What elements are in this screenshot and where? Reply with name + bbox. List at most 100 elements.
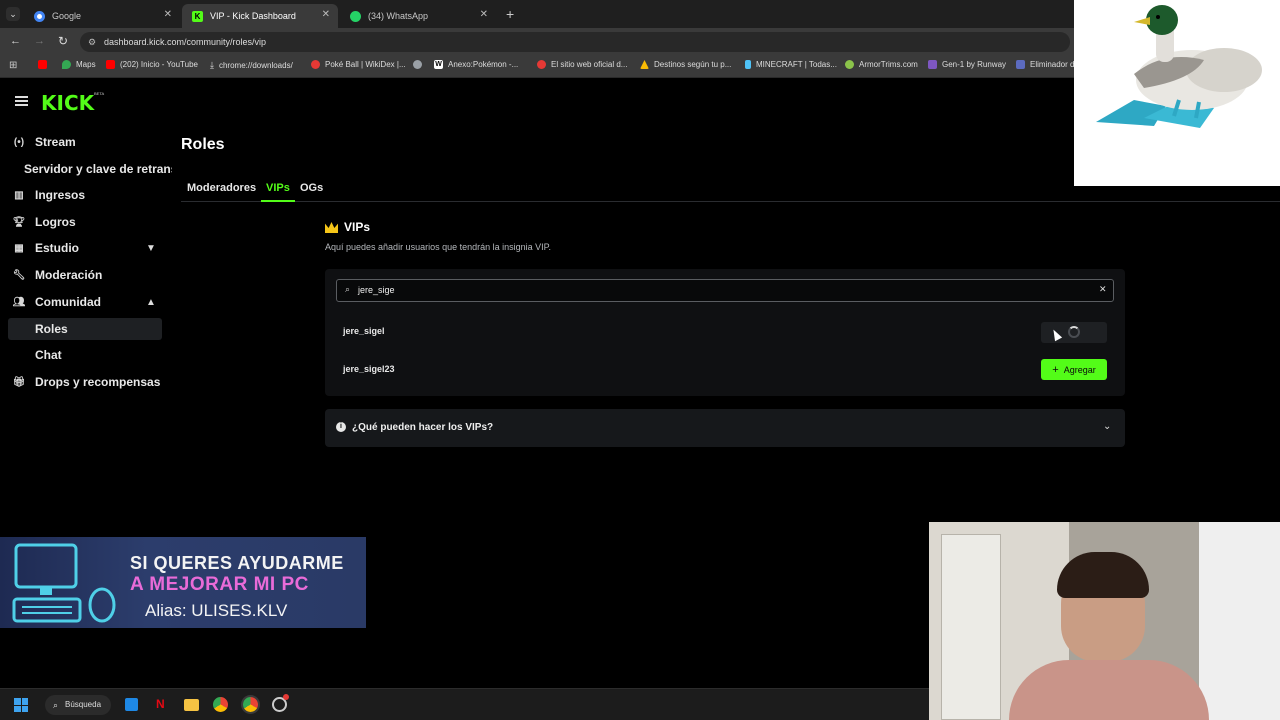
tab-ogs[interactable]: OGs: [300, 182, 323, 194]
sidebar-item-drops[interactable]: 🎁︎ Drops y recompensas: [12, 371, 161, 393]
result-username: jere_sigel23: [343, 364, 395, 374]
tab-vips[interactable]: VIPs: [266, 182, 290, 194]
bookmark-youtube-inicio[interactable]: (202) Inicio - YouTube: [106, 60, 198, 69]
computer-icon: [12, 543, 116, 623]
site-info-icon[interactable]: ⚙: [88, 32, 96, 52]
beta-badge: BETA: [94, 91, 105, 96]
sidebar-item-ingresos[interactable]: ▥ Ingresos: [12, 184, 85, 206]
result-username: jere_sigel: [343, 326, 385, 336]
section-title: VIPs: [344, 220, 371, 234]
wrench-icon: 🔧︎: [12, 269, 26, 281]
tab-google[interactable]: Google ✕: [24, 4, 180, 28]
download-icon: ⤓: [210, 60, 214, 70]
bookmark-wikidex[interactable]: Poké Ball | WikiDex |...: [311, 60, 406, 69]
bookmark-youtube[interactable]: [38, 60, 52, 69]
sidebar-item-servidor[interactable]: Servidor y clave de retransmisión: [24, 158, 172, 180]
bookmark-armortrims[interactable]: ArmorTrims.com: [845, 60, 918, 69]
notification-dot-icon: [283, 694, 289, 700]
diamond-icon: [745, 60, 751, 69]
chrome-icon[interactable]: [213, 697, 228, 712]
sidebar-item-label: Ingresos: [35, 188, 86, 202]
tabs-divider: [181, 201, 1280, 202]
sidebar-item-stream[interactable]: (•) Stream: [12, 131, 76, 153]
taskbar-search-label: Búsqueda: [65, 700, 102, 709]
forward-icon[interactable]: →: [34, 35, 45, 47]
sidebar-item-comunidad[interactable]: 👥︎ Comunidad: [12, 291, 101, 313]
sidebar-item-label: Drops y recompensas: [35, 375, 161, 389]
folder-icon[interactable]: [184, 699, 199, 711]
stream-icon: (•): [13, 136, 25, 148]
gift-icon: 🎁︎: [12, 376, 26, 388]
taskbar-search[interactable]: ⌕ Búsqueda: [45, 695, 111, 715]
bookmark-label: Destinos según tu p...: [654, 60, 732, 69]
sidebar-item-roles[interactable]: Roles: [35, 318, 68, 340]
chevron-down-icon[interactable]: ▼: [146, 243, 156, 254]
apps-grid-icon[interactable]: ⊞: [9, 60, 17, 71]
bookmark-label: chrome://downloads/: [218, 61, 293, 70]
maps-icon: [62, 60, 71, 69]
crown-icon: [325, 222, 338, 233]
kick-logo[interactable]: KICK: [41, 91, 94, 115]
people-icon: 👥︎: [12, 296, 26, 308]
add-vip-button[interactable]: + Agregar: [1041, 359, 1107, 380]
pokeball-icon: [311, 60, 320, 69]
bookmark-downloads[interactable]: ⤓ chrome://downloads/: [210, 60, 293, 71]
search-value: jere_sige: [358, 285, 395, 295]
clear-search-icon[interactable]: ✕: [1099, 284, 1107, 295]
tab-title: (34) WhatsApp: [368, 11, 429, 21]
bookmark-globe[interactable]: [413, 60, 427, 69]
webcam-shirt: [1009, 660, 1209, 720]
bookmark-maps[interactable]: Maps: [62, 60, 96, 69]
faq-label: ¿Qué pueden hacer los VIPs?: [352, 422, 494, 433]
url-text: dashboard.kick.com/community/roles/vip: [104, 37, 267, 47]
armor-icon: [845, 60, 854, 69]
tab-moderadores[interactable]: Moderadores: [187, 182, 256, 194]
back-icon[interactable]: ←: [10, 35, 21, 47]
close-icon[interactable]: ✕: [164, 9, 172, 20]
bookmark-pokemon-oficial[interactable]: El sitio web oficial d...: [537, 60, 627, 69]
tab-search-icon[interactable]: ⌄: [6, 7, 20, 21]
sidebar-item-label: Comunidad: [35, 295, 101, 309]
sidebar-item-label: Logros: [35, 215, 76, 229]
sidebar-item-estudio[interactable]: ▦ Estudio: [12, 237, 79, 259]
page-title: Roles: [181, 136, 225, 153]
netflix-icon[interactable]: N: [156, 697, 165, 711]
google-icon: [34, 10, 45, 22]
bookmark-eliminador[interactable]: Eliminador d: [1016, 60, 1074, 69]
bookmark-anexo-pokemon[interactable]: W Anexo:Pokémon -...: [434, 60, 518, 69]
sidebar-item-chat[interactable]: Chat: [35, 344, 62, 366]
duck-overlay: [1074, 0, 1280, 186]
tab-kick-dashboard[interactable]: K VIP - Kick Dashboard ✕: [182, 4, 338, 28]
bookmark-label: Gen-1 by Runway: [942, 60, 1007, 69]
youtube-icon: [38, 60, 47, 69]
wikipedia-icon: W: [434, 60, 443, 69]
sidebar-item-label: Chat: [35, 348, 62, 362]
bookmark-minecraft[interactable]: MINECRAFT | Todas...: [745, 60, 837, 69]
windows-start-icon[interactable]: [14, 698, 28, 712]
banner-line-3: Alias: ULISES.KLV: [145, 601, 288, 620]
sidebar-active-highlight: [8, 318, 162, 340]
url-input[interactable]: ⚙ dashboard.kick.com/community/roles/vip: [80, 32, 1070, 52]
tab-whatsapp[interactable]: (34) WhatsApp ✕: [340, 4, 496, 28]
close-icon[interactable]: ✕: [480, 9, 488, 20]
vip-search-input[interactable]: ⌕ jere_sige ✕: [336, 279, 1114, 302]
bookmark-label: ArmorTrims.com: [859, 60, 918, 69]
tab-title: Google: [52, 11, 82, 21]
bookmark-runway[interactable]: Gen-1 by Runway: [928, 60, 1006, 69]
spinner-icon: [1068, 326, 1080, 338]
chevron-up-icon[interactable]: ▲: [146, 297, 156, 308]
reload-icon[interactable]: ↻: [58, 34, 68, 48]
faq-accordion[interactable]: i ¿Qué pueden hacer los VIPs? ⌄: [325, 409, 1125, 447]
store-icon[interactable]: [125, 698, 138, 711]
sidebar-item-logros[interactable]: 🏆︎ Logros: [12, 211, 76, 233]
runway-icon: [928, 60, 937, 69]
bookmark-label: MINECRAFT | Todas...: [756, 60, 837, 69]
plus-icon: +: [1052, 363, 1059, 376]
chrome-active-icon[interactable]: [243, 697, 258, 712]
sidebar-item-label: Estudio: [35, 241, 79, 255]
bookmark-destinos[interactable]: Destinos según tu p...: [640, 60, 731, 69]
sidebar-item-moderacion[interactable]: 🔧︎ Moderación: [12, 264, 103, 286]
close-icon[interactable]: ✕: [322, 9, 330, 20]
new-tab-button[interactable]: +: [506, 6, 514, 22]
menu-icon[interactable]: [15, 96, 28, 106]
